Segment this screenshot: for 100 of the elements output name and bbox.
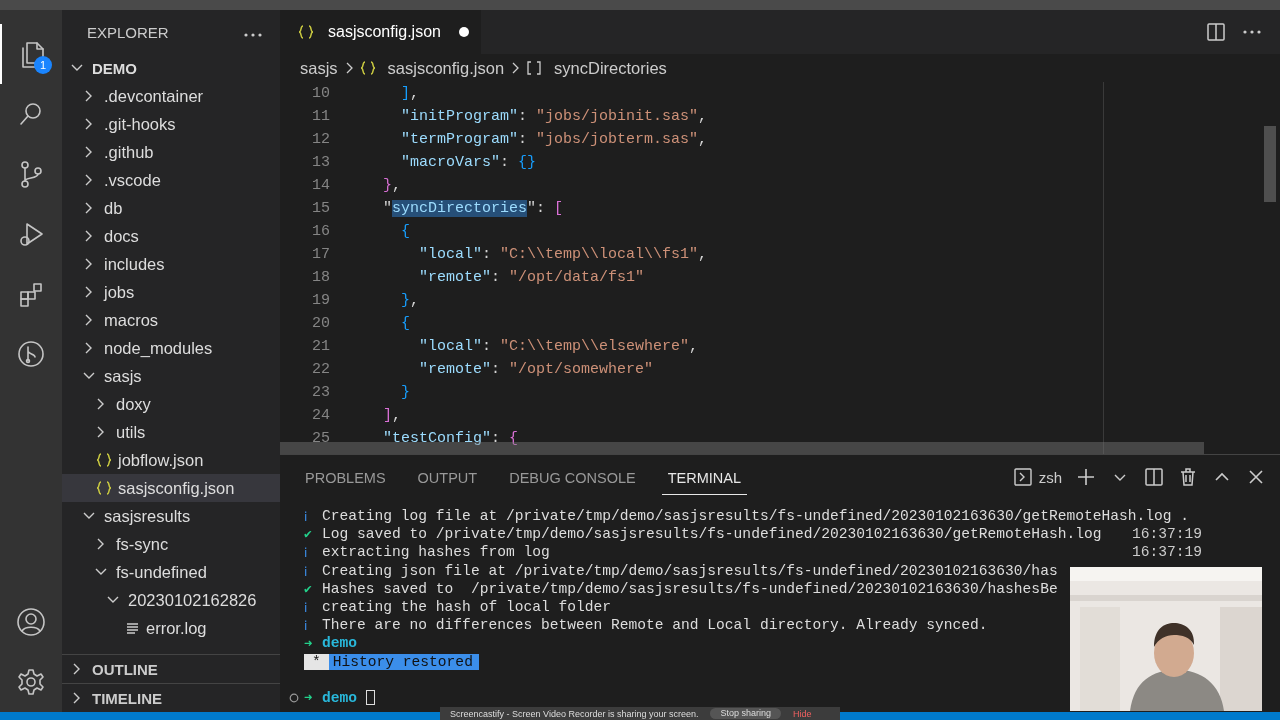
tree-item[interactable]: 20230102162826 (62, 586, 280, 614)
tree-item[interactable]: .github (62, 138, 280, 166)
code-line: ], (401, 85, 420, 102)
code-line: "remote": "/opt/somewhere" (419, 361, 654, 378)
terminal-shell-button[interactable]: zsh (1012, 467, 1062, 487)
line-number: 11 (311, 108, 330, 125)
sharing-message: Screencastify - Screen Video Recorder is sharing your screen. (450, 708, 699, 719)
more-icon (244, 32, 262, 37)
line-number: 19 (311, 292, 330, 309)
terminal-icon (1012, 467, 1033, 487)
code-line: "termProgram": "jobs/jobterm.sas", (401, 131, 708, 148)
terminal-line: Creating log file at /private/tmp/demo/sasjsresults/fs-undefined/20230102163630/getRemoteHash.log . (322, 508, 1189, 525)
code-line: "syncDirectories": [ (383, 200, 564, 217)
trash-icon[interactable] (1178, 467, 1198, 487)
editor-tab[interactable]: sasjsconfig.json (280, 10, 481, 54)
code-line: "macroVars": {} (401, 154, 537, 171)
info-mark: ℹ (304, 545, 308, 562)
breadcrumb[interactable]: sasjs (300, 58, 338, 78)
tree-item[interactable]: db (62, 194, 280, 222)
info-mark: ℹ (304, 509, 308, 526)
prompt-directory: demo (322, 635, 358, 652)
json-file-icon (96, 453, 112, 467)
line-number: 10 (311, 85, 330, 102)
json-file-icon (96, 481, 112, 495)
breadcrumb[interactable]: syncDirectories (526, 58, 667, 78)
terminal-line: Log saved to /private/tmp/demo/sasjsresults/fs-undefined/20230102163630/getRemoteHash.log (322, 526, 1102, 543)
tree-item[interactable]: doxy (62, 390, 280, 418)
tree-item[interactable]: .devcontainer (62, 82, 280, 110)
prompt-arrow: ➜ (304, 634, 314, 652)
section-header[interactable]: OUTLINE (62, 654, 280, 683)
hide-button[interactable]: Hide (793, 708, 812, 719)
breadcrumb[interactable]: sasjsconfig.json (359, 58, 505, 78)
code-line: { (401, 315, 410, 332)
tree-item[interactable]: error.log (62, 614, 280, 642)
history-text: History restored (331, 653, 474, 670)
tree-item[interactable]: jobs (62, 278, 280, 306)
notification-badge: 1 (34, 56, 52, 74)
code-line: }, (401, 292, 420, 309)
prompt-arrow: ➜ (304, 689, 314, 707)
line-number: 13 (311, 154, 330, 171)
line-number: 18 (311, 269, 330, 286)
chevron-right-icon (510, 62, 521, 74)
json-file-icon (359, 61, 376, 75)
line-number: 20 (311, 315, 330, 332)
panel-tab[interactable]: PROBLEMS (299, 459, 392, 495)
info-mark: ℹ (304, 618, 308, 635)
tree-item[interactable]: sasjsresults (62, 502, 280, 530)
tree-item[interactable]: .git-hooks (62, 110, 280, 138)
tree-item[interactable]: jobflow.json (62, 446, 280, 474)
settings-icon (16, 667, 46, 697)
code-line: }, (383, 177, 402, 194)
tree-item[interactable]: node_modules (62, 334, 280, 362)
panel-tab[interactable]: TERMINAL (661, 459, 748, 495)
tree-item[interactable]: includes (62, 250, 280, 278)
terminal-line: There are no differences between Remote and Local directory. Already synced. (322, 617, 988, 634)
account-icon (16, 607, 46, 637)
json-file-icon (298, 25, 314, 39)
terminal-line: Hashes saved to /private/tmp/demo/sasjsresults/fs-undefined/20230102163630/hashesBe (322, 580, 1058, 597)
tree-item[interactable]: utils (62, 418, 280, 446)
split-editor-icon[interactable] (1206, 22, 1226, 42)
tree-item[interactable]: sasjsconfig.json (62, 474, 280, 502)
code-line: { (401, 223, 410, 240)
line-number: 25 (311, 430, 330, 447)
info-mark: ℹ (304, 600, 308, 617)
circle-icon (289, 692, 299, 703)
array-icon (526, 61, 543, 75)
tree-item[interactable]: fs-sync (62, 530, 280, 558)
line-number: 21 (311, 338, 330, 355)
tree-item[interactable]: DEMO (62, 54, 280, 82)
timestamp: 16:37:19 (1132, 526, 1203, 543)
terminal-line: extracting hashes from log (322, 544, 550, 561)
prompt-directory: demo (322, 689, 358, 706)
line-number: 14 (311, 177, 330, 194)
info-mark: ℹ (304, 563, 308, 580)
plus-icon[interactable] (1076, 467, 1096, 487)
terminal-cursor (366, 690, 376, 706)
terminal-line: Creating json file at /private/tmp/demo/sasjsresults/fs-undefined/20230102163630/has (322, 562, 1058, 579)
line-number: 15 (311, 200, 330, 217)
graph-icon (16, 339, 46, 369)
scrollbar-thumb[interactable] (1264, 126, 1276, 202)
stop-sharing-button[interactable]: Stop sharing (710, 708, 781, 719)
panel-tab[interactable]: OUTPUT (411, 459, 484, 495)
tree-item[interactable]: .vscode (62, 166, 280, 194)
line-number: 17 (311, 246, 330, 263)
line-number: 23 (311, 384, 330, 401)
tree-item[interactable]: fs-undefined (62, 558, 280, 586)
sidebar-title: EXPLORER (87, 23, 169, 41)
timestamp: 16:37:19 (1132, 544, 1203, 561)
history-mark: * (304, 653, 329, 670)
line-number: 16 (311, 223, 330, 240)
tree-item[interactable]: docs (62, 222, 280, 250)
tree-item[interactable]: macros (62, 306, 280, 334)
code-line: "initProgram": "jobs/jobinit.sas", (401, 108, 708, 125)
code-line: "testConfig": { (383, 430, 519, 447)
code-line: "local": "C:\\temp\\elsewhere", (419, 338, 699, 355)
tree-item[interactable]: sasjs (62, 362, 280, 390)
code-line: } (401, 384, 410, 401)
split-terminal-icon[interactable] (1144, 467, 1164, 487)
line-number: 22 (311, 361, 330, 378)
panel-tab[interactable]: DEBUG CONSOLE (503, 459, 642, 495)
